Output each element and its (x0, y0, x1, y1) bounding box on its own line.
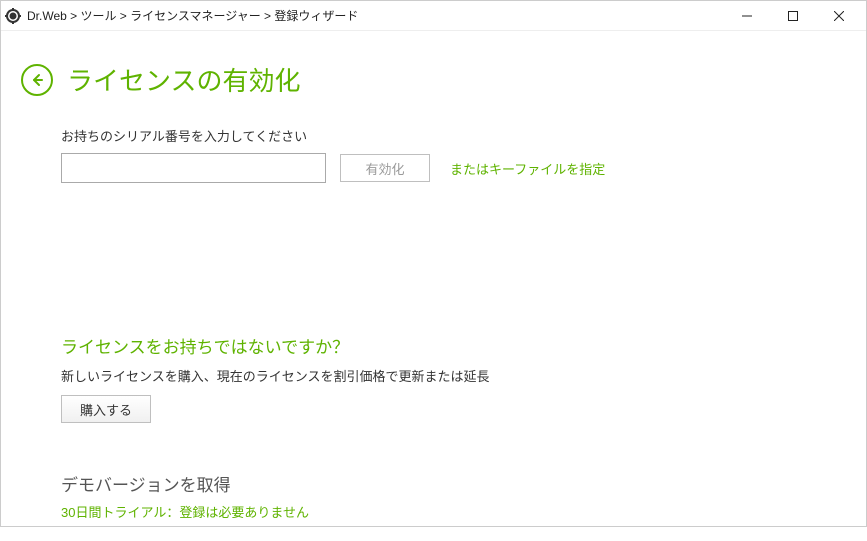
close-button[interactable] (816, 1, 862, 31)
serial-input[interactable] (61, 153, 326, 183)
app-icon (5, 8, 21, 24)
serial-input-row: 有効化 またはキーファイルを指定 (61, 153, 846, 183)
no-license-heading: ライセンスをお持ちではないですか？ (61, 333, 846, 358)
window-title: Dr.Web > ツール > ライセンスマネージャー > 登録ウィザード (27, 7, 724, 24)
header-row: ライセンスの有効化 (21, 61, 846, 98)
titlebar: Dr.Web > ツール > ライセンスマネージャー > 登録ウィザード (1, 1, 866, 31)
serial-label: お持ちのシリアル番号を入力してください (61, 126, 846, 145)
window-controls (724, 1, 862, 31)
content-area: ライセンスの有効化 お持ちのシリアル番号を入力してください 有効化 またはキーフ… (1, 31, 866, 541)
arrow-left-icon (30, 73, 44, 87)
buy-button[interactable]: 購入する (61, 395, 151, 423)
demo-heading: デモバージョンを取得 (61, 471, 846, 496)
activation-section: お持ちのシリアル番号を入力してください 有効化 またはキーファイルを指定 ライセ… (21, 126, 846, 521)
demo-trial-link[interactable]: 30日間トライアル：登録は必要ありません (61, 502, 846, 521)
activate-button[interactable]: 有効化 (340, 154, 430, 182)
no-license-desc: 新しいライセンスを購入、現在のライセンスを割引価格で更新または延長 (61, 366, 846, 385)
keyfile-link[interactable]: またはキーファイルを指定 (450, 159, 605, 178)
back-button[interactable] (21, 64, 53, 96)
page-title: ライセンスの有効化 (67, 61, 300, 98)
maximize-button[interactable] (770, 1, 816, 31)
minimize-button[interactable] (724, 1, 770, 31)
